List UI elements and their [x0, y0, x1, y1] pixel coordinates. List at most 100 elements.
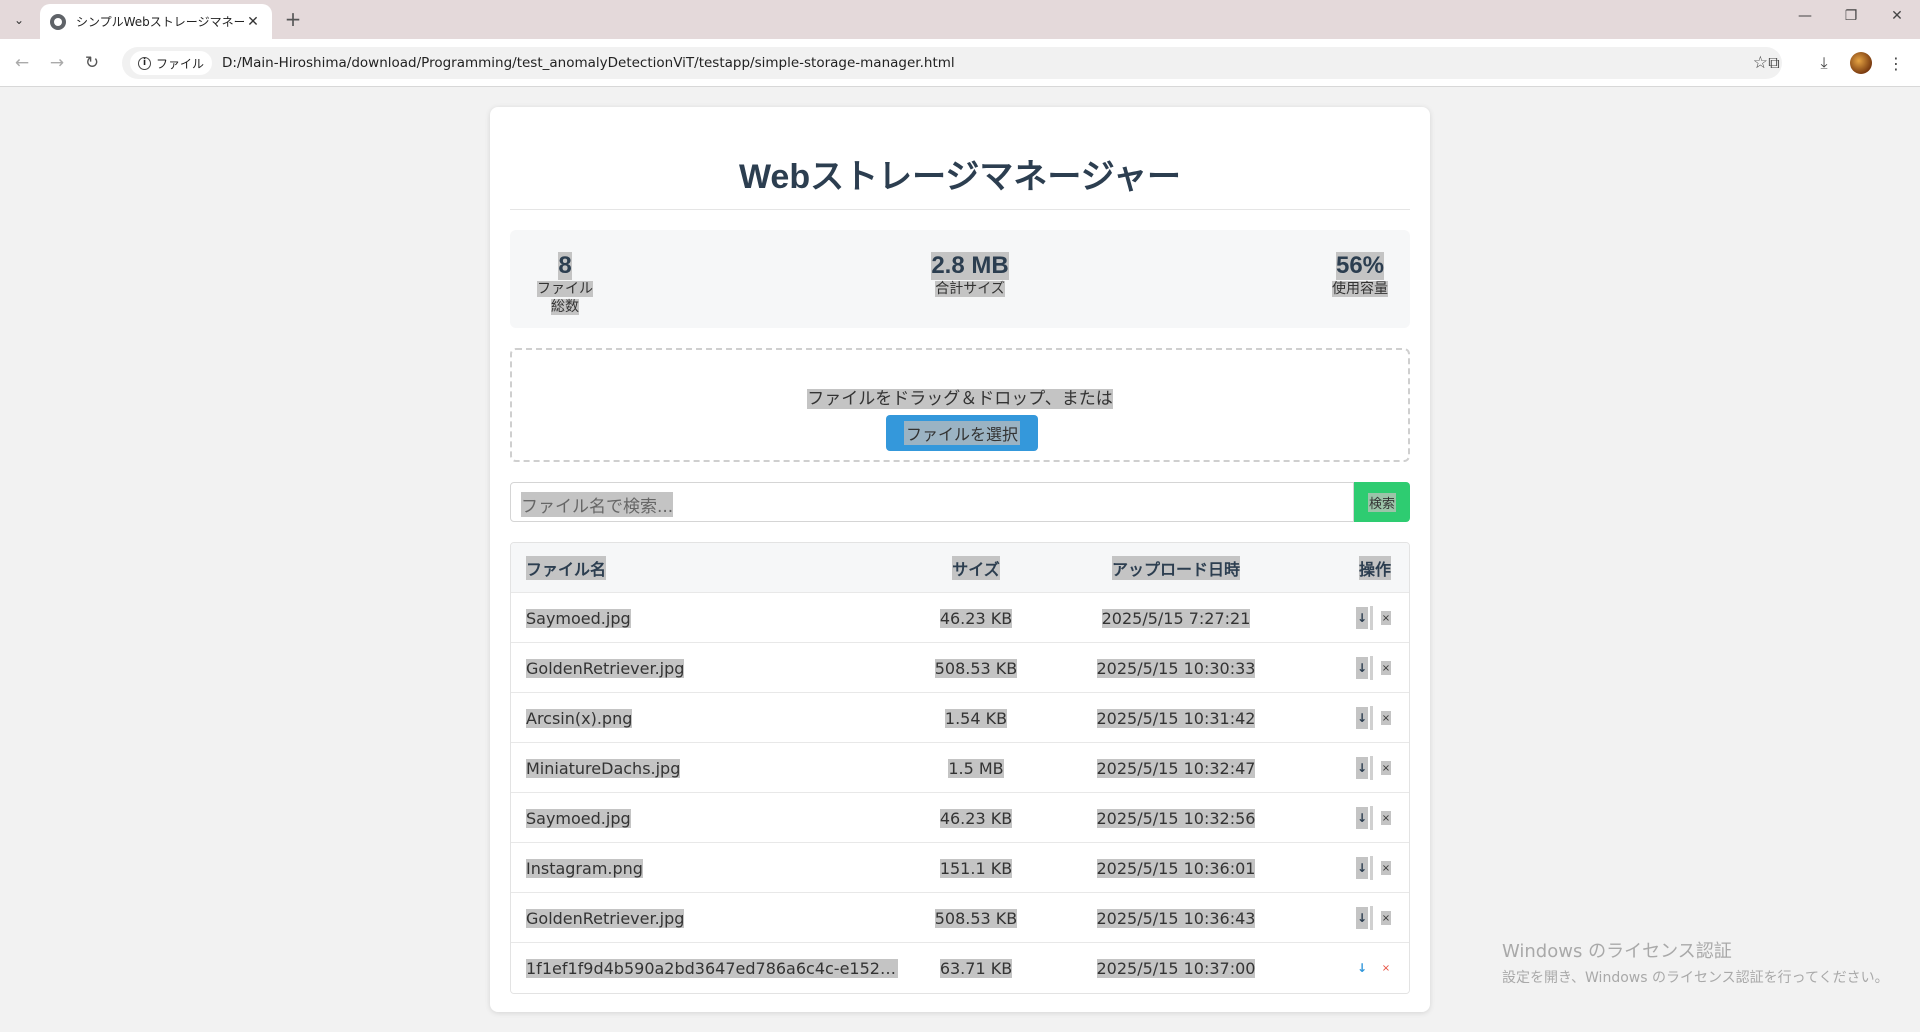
- watermark-title: Windows のライセンス認証: [1502, 941, 1732, 962]
- new-tab-button[interactable]: +: [282, 8, 304, 30]
- menu-icon[interactable]: ⋮: [1884, 51, 1908, 75]
- file-actions-cell: ↓ ×: [1311, 893, 1401, 943]
- upload-dropzone[interactable]: ファイルをドラッグ＆ドロップ、または ファイルを選択: [510, 348, 1410, 462]
- url-text[interactable]: D:/Main-Hiroshima/download/Programming/t…: [222, 55, 955, 71]
- download-icon[interactable]: ↓: [1356, 707, 1368, 729]
- table-row: 1f1ef1f9d4b590a2bd3647ed786a6c4c-e152204…: [511, 943, 1409, 993]
- file-actions-cell: ↓ ×: [1311, 743, 1401, 793]
- file-size-cell: 508.53 KB: [934, 658, 1018, 678]
- file-name-cell: MiniatureDachs.jpg: [526, 758, 681, 778]
- header-name[interactable]: ファイル名: [526, 543, 906, 593]
- file-size-cell: 1.5 MB: [948, 758, 1004, 778]
- site-info-chip[interactable]: i ファイル: [130, 51, 213, 75]
- delete-icon[interactable]: ×: [1381, 661, 1391, 675]
- active-tab[interactable]: シンプルWebストレージマネージャー ✕: [40, 4, 272, 39]
- window-close-button[interactable]: ✕: [1882, 8, 1912, 24]
- tab-search-button[interactable]: ⌄: [7, 8, 31, 32]
- stat-label: ファイル総数: [537, 281, 593, 315]
- delete-icon[interactable]: ×: [1381, 861, 1391, 875]
- tab-strip: ⌄ シンプルWebストレージマネージャー ✕ + — ❐ ✕: [0, 0, 1920, 39]
- file-date-cell: 2025/5/15 10:36:43: [1096, 908, 1256, 928]
- restore-button[interactable]: ❐: [1836, 8, 1866, 24]
- file-size-cell: 46.23 KB: [939, 608, 1013, 628]
- file-name-cell: GoldenRetriever.jpg: [526, 658, 685, 678]
- watermark-subtitle: 設定を開き、Windows のライセンス認証を行ってください。: [1502, 970, 1889, 986]
- file-actions-cell: ↓ ×: [1311, 793, 1401, 843]
- page-title: Webストレージマネージャー: [738, 158, 1182, 196]
- download-icon[interactable]: ↓: [1356, 907, 1368, 929]
- file-date-cell: 2025/5/15 10:32:47: [1096, 758, 1256, 778]
- profile-avatar[interactable]: [1850, 52, 1872, 74]
- globe-icon: [50, 13, 66, 30]
- download-icon[interactable]: ↓: [1356, 757, 1368, 779]
- title-divider: [510, 209, 1410, 210]
- file-size-cell: 63.71 KB: [939, 958, 1013, 978]
- table-row: GoldenRetriever.jpg 508.53 KB 2025/5/15 10…: [511, 893, 1409, 943]
- delete-icon[interactable]: ×: [1381, 911, 1391, 925]
- file-table: ファイル名 サイズ アップロード日時 操作 Saymoed.jpg 46.23 K…: [510, 542, 1410, 994]
- download-icon[interactable]: ↓: [1356, 807, 1368, 829]
- table-row: Arcsin(x).png 1.54 KB 2025/5/15 10:31:42 ↓ ×: [511, 693, 1409, 743]
- tab-close-icon[interactable]: ✕: [244, 14, 262, 30]
- file-actions-cell: ↓ ×: [1311, 943, 1401, 993]
- header-ops: 操作: [1311, 543, 1401, 593]
- back-button[interactable]: ←: [10, 51, 34, 75]
- file-name-cell: Instagram.png: [526, 858, 643, 878]
- delete-icon[interactable]: ×: [1381, 961, 1391, 975]
- stat-file-count: 8 ファイル総数: [535, 252, 595, 316]
- file-name-cell: 1f1ef1f9d4b590a2bd3647ed786a6c4c-e152204…: [526, 958, 898, 978]
- table-row: GoldenRetriever.jpg 508.53 KB 2025/5/15 10…: [511, 643, 1409, 693]
- action-divider: [1370, 756, 1373, 780]
- action-divider: [1370, 706, 1373, 730]
- file-actions-cell: ↓ ×: [1311, 693, 1401, 743]
- reload-button[interactable]: ↻: [80, 51, 104, 75]
- stat-value: 8: [558, 252, 572, 280]
- action-divider: [1370, 856, 1373, 880]
- header-size[interactable]: サイズ: [901, 543, 1051, 593]
- action-divider: [1370, 806, 1373, 830]
- forward-button[interactable]: →: [45, 51, 69, 75]
- download-icon[interactable]: ↓: [1356, 957, 1368, 979]
- delete-icon[interactable]: ×: [1381, 811, 1391, 825]
- search-bar: ファイル名で検索... 検索: [510, 482, 1410, 522]
- delete-icon[interactable]: ×: [1381, 761, 1391, 775]
- table-header-row: ファイル名 サイズ アップロード日時 操作: [511, 543, 1409, 593]
- tab-title: シンプルWebストレージマネージャー: [76, 15, 244, 29]
- download-icon[interactable]: ↓: [1356, 657, 1368, 679]
- chevron-down-icon: ⌄: [13, 13, 25, 27]
- delete-icon[interactable]: ×: [1381, 611, 1391, 625]
- file-date-cell: 2025/5/15 7:27:21: [1101, 608, 1251, 628]
- address-bar[interactable]: i ファイル D:/Main-Hiroshima/download/Progra…: [122, 47, 1782, 79]
- browser-toolbar: ← → ↻ i ファイル D:/Main-Hiroshima/download/…: [0, 39, 1920, 87]
- search-button[interactable]: 検索: [1354, 482, 1410, 522]
- stat-value: 56%: [1335, 252, 1385, 280]
- table-row: Saymoed.jpg 46.23 KB 2025/5/15 7:27:21 ↓ ×: [511, 593, 1409, 643]
- info-icon: i: [138, 56, 151, 70]
- delete-icon[interactable]: ×: [1381, 711, 1391, 725]
- download-icon[interactable]: ↓: [1356, 607, 1368, 629]
- table-row: Instagram.png 151.1 KB 2025/5/15 10:36:01 ↓…: [511, 843, 1409, 893]
- action-divider: [1370, 606, 1373, 630]
- stat-label: 使用容量: [1332, 281, 1388, 297]
- download-icon[interactable]: ↓: [1356, 857, 1368, 879]
- windows-activation-watermark: Windows のライセンス認証 設定を開き、Windows のライセンス認証を…: [1502, 937, 1889, 987]
- file-name-cell: Saymoed.jpg: [526, 608, 631, 628]
- search-placeholder: ファイル名で検索...: [521, 492, 674, 517]
- search-input[interactable]: ファイル名で検索...: [510, 482, 1354, 522]
- select-file-button[interactable]: ファイルを選択: [886, 415, 1038, 451]
- file-size-cell: 46.23 KB: [939, 808, 1013, 828]
- storage-manager-card: Webストレージマネージャー 8 ファイル総数 2.8 MB 合計サイズ 56%…: [490, 107, 1430, 1012]
- file-date-cell: 2025/5/15 10:31:42: [1096, 708, 1256, 728]
- stats-panel: 8 ファイル総数 2.8 MB 合計サイズ 56% 使用容量: [510, 230, 1410, 328]
- table-row: MiniatureDachs.jpg 1.5 MB 2025/5/15 10:32:…: [511, 743, 1409, 793]
- file-date-cell: 2025/5/15 10:36:01: [1096, 858, 1256, 878]
- table-row: Saymoed.jpg 46.23 KB 2025/5/15 10:32:56 ↓ ×: [511, 793, 1409, 843]
- file-actions-cell: ↓ ×: [1311, 843, 1401, 893]
- file-name-cell: GoldenRetriever.jpg: [526, 908, 685, 928]
- extensions-icon[interactable]: ⧉: [1762, 51, 1786, 75]
- action-divider: [1370, 906, 1373, 930]
- header-date[interactable]: アップロード日時: [1061, 543, 1291, 593]
- file-date-cell: 2025/5/15 10:37:00: [1096, 958, 1256, 978]
- download-icon[interactable]: ⤓: [1812, 51, 1836, 75]
- minimize-button[interactable]: —: [1790, 8, 1820, 24]
